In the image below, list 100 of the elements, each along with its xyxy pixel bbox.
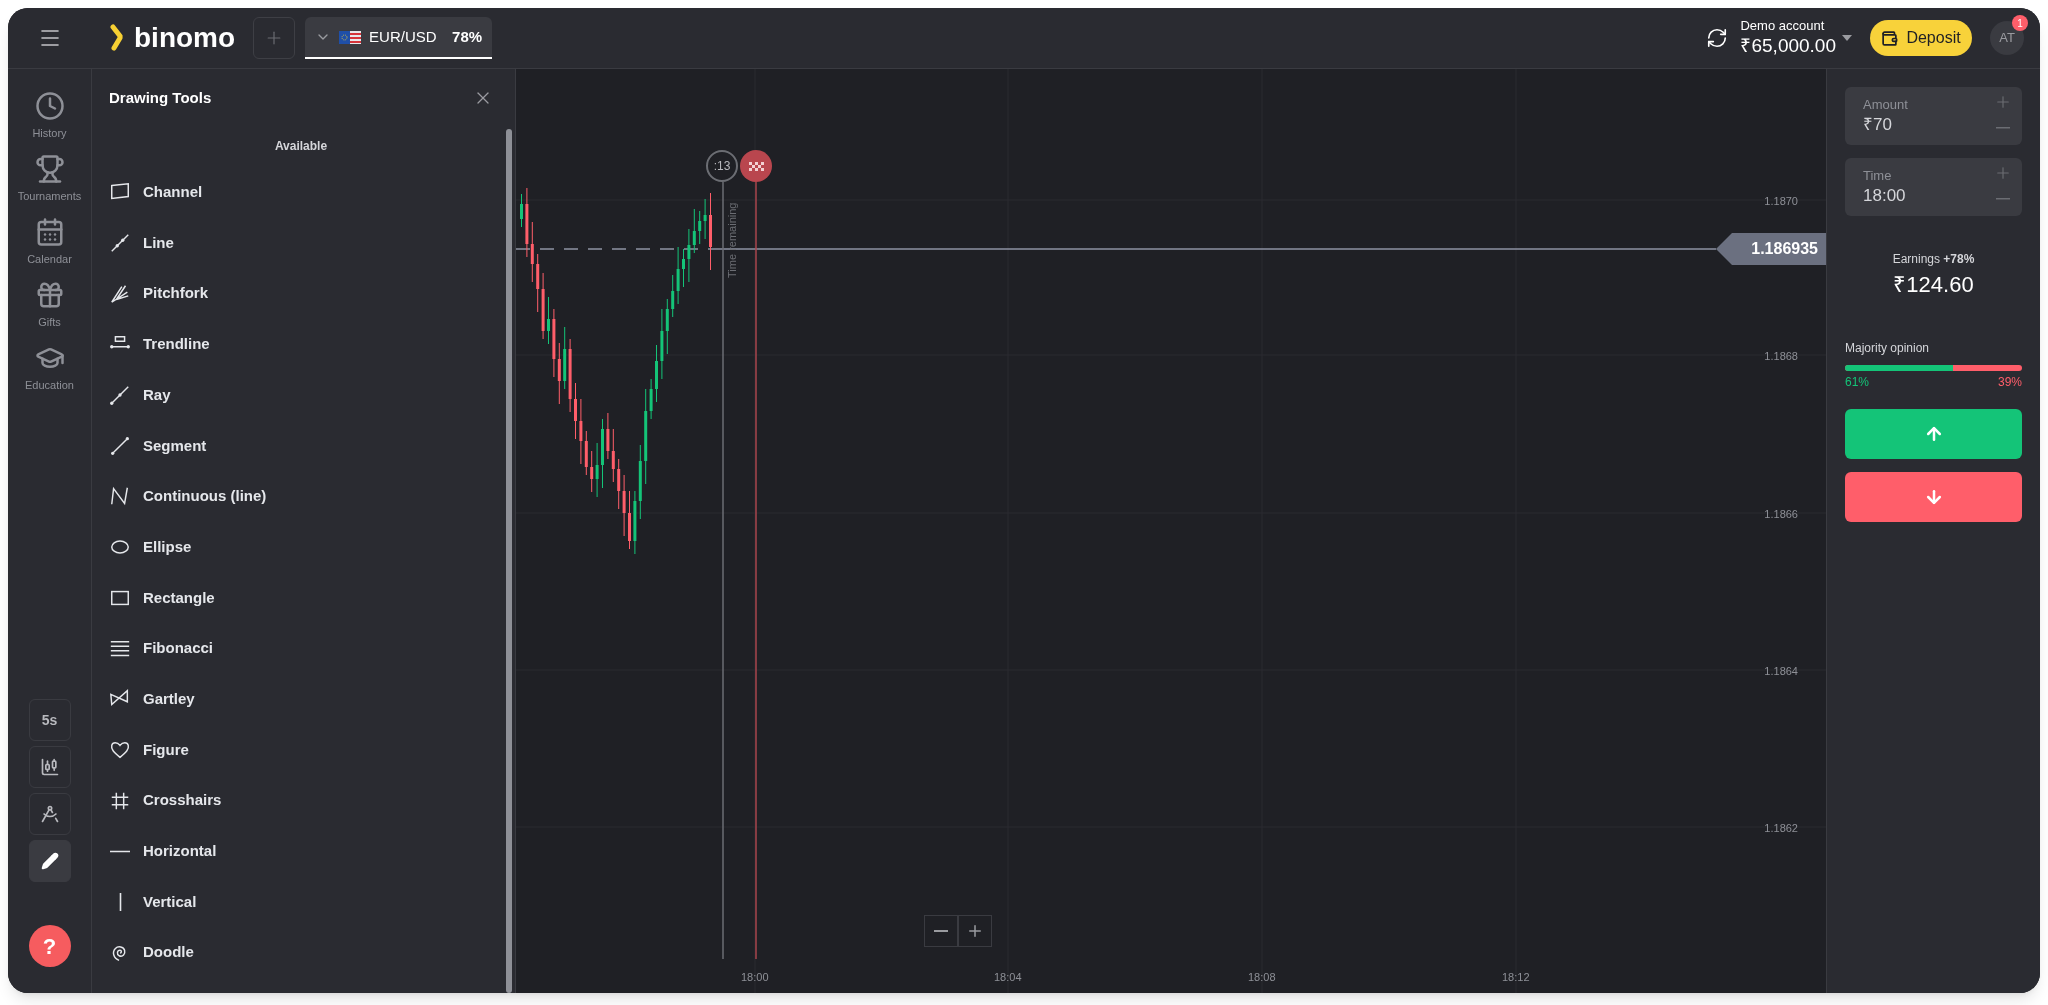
panel-title: Drawing Tools [109, 87, 212, 108]
drawing-tool-item[interactable]: Ellipse [109, 521, 493, 573]
nav-label: Calendar [27, 252, 72, 267]
price-axis-label: 1.1870 [1764, 194, 1798, 209]
tool-label: Gartley [143, 688, 195, 709]
zoom-in-button[interactable] [958, 915, 992, 947]
account-switcher[interactable]: Demo account ₹65,000.00 [1740, 18, 1852, 58]
nav-item[interactable]: Gifts [9, 280, 90, 343]
earnings-value: ₹124.60 [1893, 271, 1974, 299]
horizontal-line-icon [109, 849, 131, 853]
candle [574, 382, 577, 440]
earnings-label: Earnings +78% [1892, 251, 1975, 268]
payout-percent: 78% [452, 26, 483, 47]
drawing-tool-item[interactable]: Vertical [109, 876, 493, 928]
deposit-button[interactable]: Deposit [1870, 20, 1972, 56]
price-axis-label: 1.1868 [1764, 349, 1798, 364]
refresh-icon[interactable] [1706, 27, 1729, 49]
candle [655, 344, 658, 403]
line-icon [109, 232, 131, 255]
drawing-tool-item[interactable]: Continuous (line) [109, 471, 493, 522]
caret-icon [1842, 35, 1852, 41]
tool-label: Vertical [143, 891, 197, 912]
tool-label: Fibonacci [143, 638, 213, 659]
current-price-tag: 1.186935 [1716, 233, 1826, 265]
scrollbar-thumb[interactable] [506, 129, 512, 993]
tool-label: Rectangle [143, 587, 215, 608]
wallet-icon [1881, 29, 1899, 47]
drawing-tool-item[interactable]: Gartley [109, 673, 493, 725]
field-value: ₹70 [1863, 114, 1892, 135]
candle [601, 418, 604, 489]
nav-item[interactable]: History [9, 91, 90, 154]
tool-label: Trendline [143, 334, 210, 355]
nav-label: Tournaments [17, 189, 82, 204]
nav-item[interactable]: Tournaments [9, 154, 90, 217]
price-axis-label: 1.1862 [1764, 821, 1798, 836]
drawing-tool-item[interactable]: Trendline [109, 319, 493, 370]
asset-tab[interactable]: EUR/USD 78% [305, 17, 493, 59]
price-axis-label: 1.1866 [1764, 507, 1798, 522]
candlestick-icon [39, 757, 60, 777]
vertical-line-icon [118, 890, 122, 913]
zoom-out-button[interactable] [924, 915, 958, 947]
nav-label: Education [25, 378, 74, 393]
chart-tool-button[interactable] [28, 746, 71, 788]
notification-badge: 1 [2012, 15, 2028, 31]
drawing-tool-item[interactable]: Rectangle [109, 572, 493, 624]
timeframe-button[interactable]: 5s [28, 699, 71, 741]
drawing-tool-item[interactable]: Line [109, 217, 493, 269]
chart-tool-button[interactable] [28, 840, 71, 882]
timer-badge: :13 [706, 150, 738, 182]
drawing-tool-item[interactable]: Fibonacci [109, 623, 493, 674]
nav-label: History [32, 126, 67, 141]
tool-label: Doodle [143, 942, 194, 963]
candle [547, 296, 550, 345]
compass-icon [39, 804, 60, 824]
section-heading: Available [274, 138, 328, 155]
up-percent: 61% [1845, 374, 1870, 391]
tool-label: Segment [143, 435, 207, 456]
calendar-icon [34, 217, 65, 247]
tool-label: Figure [143, 739, 189, 760]
price-axis-label: 1.1864 [1764, 664, 1798, 679]
drawing-tool-item[interactable]: Pitchfork [109, 268, 493, 320]
tool-label: Ellipse [143, 536, 192, 557]
tool-label: Pitchfork [143, 283, 208, 304]
drawing-tool-item[interactable]: Horizontal [109, 825, 493, 877]
tool-label: Line [143, 232, 174, 253]
field-value: 18:00 [1863, 185, 1906, 206]
flag-icon [339, 30, 362, 44]
candle [682, 248, 685, 288]
account-balance: ₹65,000.00 [1740, 34, 1836, 58]
logo-text: binomo [134, 24, 236, 52]
time-axis-label: 18:12 [1502, 970, 1530, 985]
time-axis-label: 18:08 [1248, 970, 1276, 985]
drawing-tool-item[interactable]: Segment [109, 420, 493, 472]
time-axis-label: 18:00 [741, 970, 769, 985]
chart-tool-button[interactable] [28, 793, 71, 835]
clock-icon [34, 91, 65, 121]
asset-pair: EUR/USD [369, 26, 437, 47]
field-label: Time [1863, 167, 1892, 185]
drawing-tool-item[interactable]: Channel [109, 167, 493, 218]
account-label: Demo account [1740, 18, 1826, 35]
time-axis-label: 18:04 [994, 970, 1022, 985]
tool-label: Crosshairs [143, 790, 222, 811]
drawing-tool-item[interactable]: Crosshairs [109, 775, 493, 826]
minus-icon [934, 930, 948, 932]
nav-item[interactable]: Calendar [9, 217, 90, 280]
candle [520, 193, 523, 228]
nav-item[interactable]: Education [9, 343, 90, 406]
drawing-tool-item[interactable]: Ray [109, 369, 493, 421]
segment-icon [109, 434, 131, 457]
candle [628, 490, 631, 550]
ray-icon [109, 384, 131, 407]
majority-title: Majority opinion [1845, 340, 1931, 357]
tool-label: Channel [143, 182, 203, 203]
trophy-icon [34, 154, 65, 184]
drawing-tool-item[interactable]: Doodle [109, 927, 493, 978]
tool-label: Horizontal [143, 841, 217, 862]
nav-label: Gifts [38, 315, 61, 330]
tool-label: Ray [143, 384, 171, 405]
drawing-tool-item[interactable]: Figure [109, 724, 493, 776]
pencil-icon [40, 852, 59, 870]
